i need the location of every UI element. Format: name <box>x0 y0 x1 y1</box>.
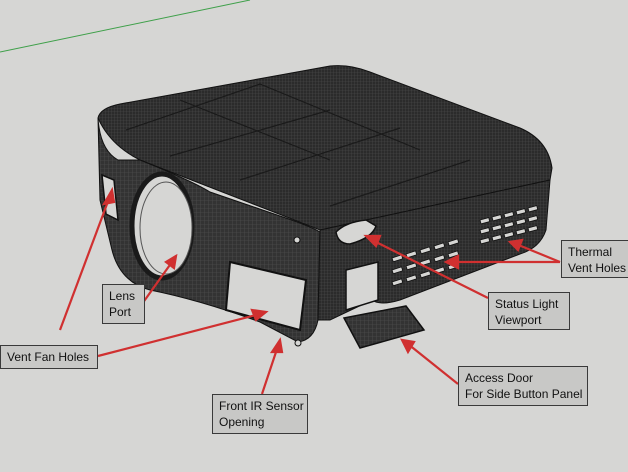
screw-hole <box>294 339 302 347</box>
callout-front-ir-sensor: Front IR Sensor Opening <box>212 394 308 434</box>
callout-lens-line2: Port <box>109 305 132 319</box>
callout-status-line2: Viewport <box>495 313 542 327</box>
callout-lens-port: Lens Port <box>102 284 145 324</box>
callout-ir-line2: Opening <box>219 415 265 429</box>
callout-ir-line1: Front IR Sensor <box>219 399 304 413</box>
leader-access <box>407 343 459 385</box>
callout-access-door: Access Door For Side Button Panel <box>458 366 588 406</box>
screw-hole <box>293 236 301 244</box>
callout-vent-fan-holes: Vent Fan Holes <box>0 345 98 369</box>
callout-access-line2: For Side Button Panel <box>465 387 583 401</box>
callout-vent-fan-line1: Vent Fan Holes <box>7 350 90 364</box>
axis-line <box>0 0 251 53</box>
callout-access-line1: Access Door <box>465 371 534 385</box>
callout-status-light-viewport: Status Light Viewport <box>488 292 570 330</box>
callout-thermal-vent-holes: Thermal Vent Holes <box>561 240 628 278</box>
leader-ir <box>260 345 280 395</box>
callout-thermal-line1: Thermal <box>568 245 613 259</box>
callout-thermal-line2: Vent Holes <box>568 261 627 275</box>
side-button-opening <box>345 261 379 312</box>
callout-status-line1: Status Light <box>495 297 559 311</box>
callout-lens-line1: Lens <box>109 289 136 303</box>
